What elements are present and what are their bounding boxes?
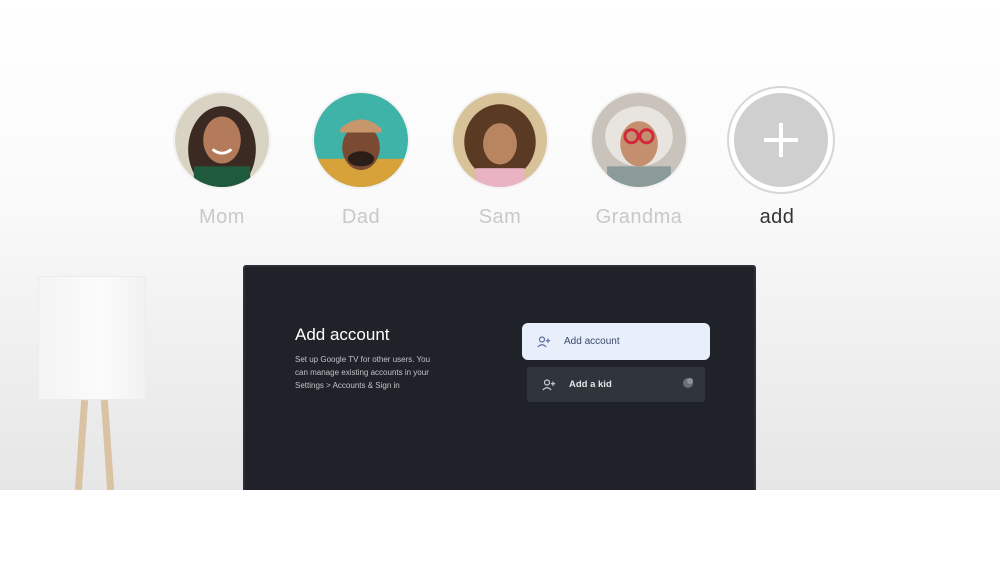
option-label: Add account <box>564 336 620 347</box>
page-description: Set up Google TV for other users. You ca… <box>295 355 431 390</box>
plus-icon <box>764 123 798 157</box>
bottom-margin <box>0 490 1000 562</box>
dad-avatar <box>312 91 410 189</box>
kid-badge-icon <box>683 378 693 388</box>
add-profile-button[interactable]: add <box>727 86 835 229</box>
lamp-leg <box>100 399 115 490</box>
profile-name: Grandma <box>595 206 683 228</box>
add-kid-option[interactable]: Add a kid <box>527 367 705 402</box>
person-add-icon <box>537 335 551 347</box>
profile-name: Dad <box>341 206 381 228</box>
profile-name: Sam <box>478 206 522 228</box>
profile-mom[interactable]: Mom <box>172 91 272 229</box>
sam-avatar <box>451 91 549 189</box>
profile-dad[interactable]: Dad <box>311 91 411 229</box>
add-avatar <box>727 86 835 194</box>
living-room-scene: Mom Dad Sam Grandma add Add account Set … <box>0 0 1000 490</box>
mom-avatar <box>173 91 271 189</box>
person-add-icon <box>542 378 556 390</box>
page-title: Add account <box>295 325 390 344</box>
option-label: Add a kid <box>569 379 612 390</box>
lamp-leg <box>74 399 89 490</box>
lamp-shade <box>38 276 146 400</box>
add-profile-label: add <box>759 206 795 228</box>
profile-grandma[interactable]: Grandma <box>589 91 689 229</box>
add-account-option[interactable]: Add account <box>522 323 710 360</box>
tv-screen: Add account Set up Google TV for other u… <box>243 265 756 490</box>
profile-name: Mom <box>199 206 245 228</box>
grandma-avatar <box>590 91 688 189</box>
profile-sam[interactable]: Sam <box>450 91 550 229</box>
